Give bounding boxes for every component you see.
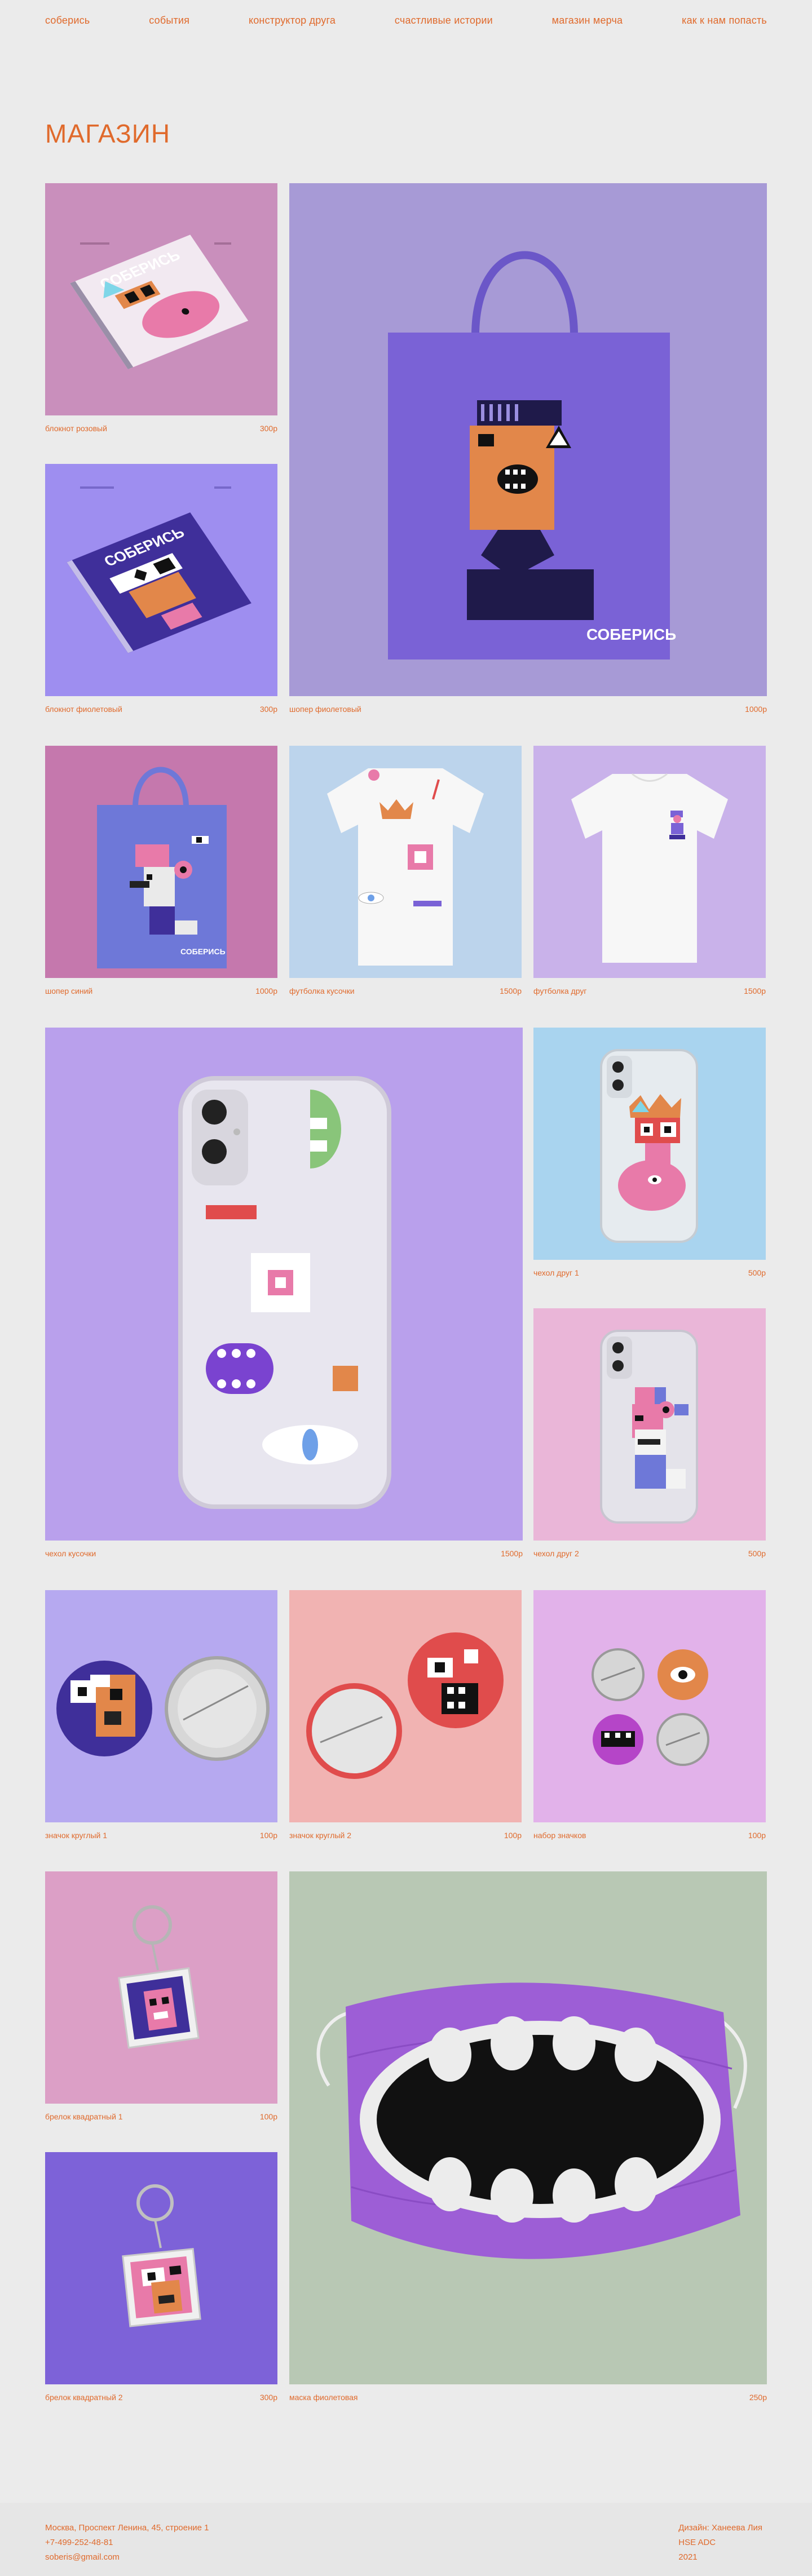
- footer-contacts: Москва, Проспект Ленина, 45, строение 1 …: [45, 2521, 209, 2565]
- top-navigation: соберись события конструктор друга счаст…: [45, 14, 767, 27]
- nav-link-friend-constructor[interactable]: конструктор друга: [249, 15, 336, 26]
- footer-address: Москва, Проспект Ленина, 45, строение 1: [45, 2523, 209, 2533]
- product-name: брелок квадратный 2: [45, 2393, 123, 2402]
- keychain-2-image: [45, 2152, 277, 2384]
- product-name: чехол кусочки: [45, 1549, 96, 1558]
- product-price: 1000р: [255, 986, 277, 995]
- product-card-notebook-pink[interactable]: СОБЕРИСЬ блокнот розовый 300р: [45, 183, 277, 437]
- footer-credits: Дизайн: Ханеева Лия HSE ADC 2021: [678, 2521, 762, 2565]
- product-price: 100р: [259, 1831, 277, 1840]
- keychain-1-image: [45, 1871, 277, 2104]
- page-title: МАГАЗИН: [45, 119, 171, 148]
- product-price: 100р: [748, 1831, 766, 1840]
- badge-round-1-image: [45, 1590, 277, 1822]
- product-price: 1500р: [744, 986, 766, 995]
- notebook-violet-image: СОБЕРИСЬ: [45, 464, 277, 696]
- product-price: 1500р: [500, 986, 522, 995]
- product-card-tshirt-friend[interactable]: футболка друг 1500р: [533, 746, 766, 999]
- product-price: 300р: [259, 424, 277, 433]
- product-card-phone-case-friend-1[interactable]: чехол друг 1 500р: [533, 1028, 766, 1281]
- notebook-pink-image: СОБЕРИСЬ: [45, 183, 277, 415]
- product-card-badge-round-2[interactable]: значок круглый 2 100р: [289, 1590, 522, 1844]
- product-card-keychain-2[interactable]: брелок квадратный 2 300р: [45, 2152, 277, 2406]
- product-price: 100р: [259, 2112, 277, 2121]
- phone-case-pieces-image: [45, 1028, 523, 1541]
- product-card-notebook-violet[interactable]: СОБЕРИСЬ блокнот фиолетовый 300р: [45, 464, 277, 718]
- product-price: 250р: [749, 2393, 767, 2402]
- product-name: блокнот фиолетовый: [45, 705, 122, 714]
- product-name: значок круглый 1: [45, 1831, 108, 1840]
- footer-phone[interactable]: +7-499-252-48-81: [45, 2535, 209, 2550]
- tote-purple-image: СОБЕРИСЬ: [289, 183, 767, 696]
- product-name: чехол друг 1: [533, 1268, 579, 1277]
- badge-round-2-image: [289, 1590, 522, 1822]
- product-card-tshirt-pieces[interactable]: футболка кусочки 1500р: [289, 746, 522, 999]
- badge-set-image: [533, 1590, 766, 1822]
- phone-case-friend-2-image: [533, 1308, 766, 1541]
- nav-link-how-to-get[interactable]: как к нам попасть: [682, 15, 767, 26]
- product-price: 1500р: [501, 1549, 523, 1558]
- footer-year: 2021: [678, 2552, 698, 2562]
- svg-text:СОБЕРИСЬ: СОБЕРИСЬ: [586, 626, 676, 643]
- product-card-badge-set[interactable]: набор значков 100р: [533, 1590, 766, 1844]
- product-card-mask-purple[interactable]: маска фиолетовая 250р: [289, 1871, 767, 2406]
- nav-link-merch-shop[interactable]: магазин мерча: [552, 15, 623, 26]
- product-card-keychain-1[interactable]: брелок квадратный 1 100р: [45, 1871, 277, 2125]
- product-price: 300р: [259, 705, 277, 714]
- product-name: маска фиолетовая: [289, 2393, 358, 2402]
- product-name: брелок квадратный 1: [45, 2112, 123, 2121]
- nav-link-happy-stories[interactable]: счастливые истории: [395, 15, 493, 26]
- product-name: значок круглый 2: [289, 1831, 352, 1840]
- product-card-tote-purple[interactable]: СОБЕРИСЬ шопер фиолетовый 1000р: [289, 183, 767, 718]
- product-price: 100р: [504, 1831, 522, 1840]
- product-price: 500р: [748, 1268, 766, 1277]
- product-card-phone-case-friend-2[interactable]: чехол друг 2 500р: [533, 1308, 766, 1562]
- nav-link-events[interactable]: события: [149, 15, 189, 26]
- product-name: футболка друг: [533, 986, 587, 995]
- footer-email[interactable]: soberis@gmail.com: [45, 2550, 209, 2565]
- product-card-tote-blue[interactable]: СОБЕРИСЬ шопер синий 1000р: [45, 746, 277, 999]
- product-card-phone-case-pieces[interactable]: чехол кусочки 1500р: [45, 1028, 523, 1562]
- product-name: шопер фиолетовый: [289, 705, 361, 714]
- phone-case-friend-1-image: [533, 1028, 766, 1260]
- tshirt-friend-image: [533, 746, 766, 978]
- footer: Москва, Проспект Ленина, 45, строение 1 …: [0, 2503, 812, 2576]
- footer-design-credit: Дизайн: Ханеева Лия: [678, 2523, 762, 2533]
- product-price: 1000р: [745, 705, 767, 714]
- svg-text:СОБЕРИСЬ: СОБЕРИСЬ: [180, 947, 226, 956]
- tshirt-pieces-image: [289, 746, 522, 978]
- product-name: блокнот розовый: [45, 424, 107, 433]
- tote-blue-image: СОБЕРИСЬ: [45, 746, 277, 978]
- product-card-badge-round-1[interactable]: значок круглый 1 100р: [45, 1590, 277, 1844]
- product-name: шопер синий: [45, 986, 93, 995]
- nav-link-soberis[interactable]: соберись: [45, 15, 90, 26]
- product-name: набор значков: [533, 1831, 586, 1840]
- product-name: чехол друг 2: [533, 1549, 579, 1558]
- product-price: 300р: [259, 2393, 277, 2402]
- product-price: 500р: [748, 1549, 766, 1558]
- mask-purple-image: [289, 1871, 767, 2384]
- footer-school: HSE ADC: [678, 2538, 716, 2547]
- product-name: футболка кусочки: [289, 986, 355, 995]
